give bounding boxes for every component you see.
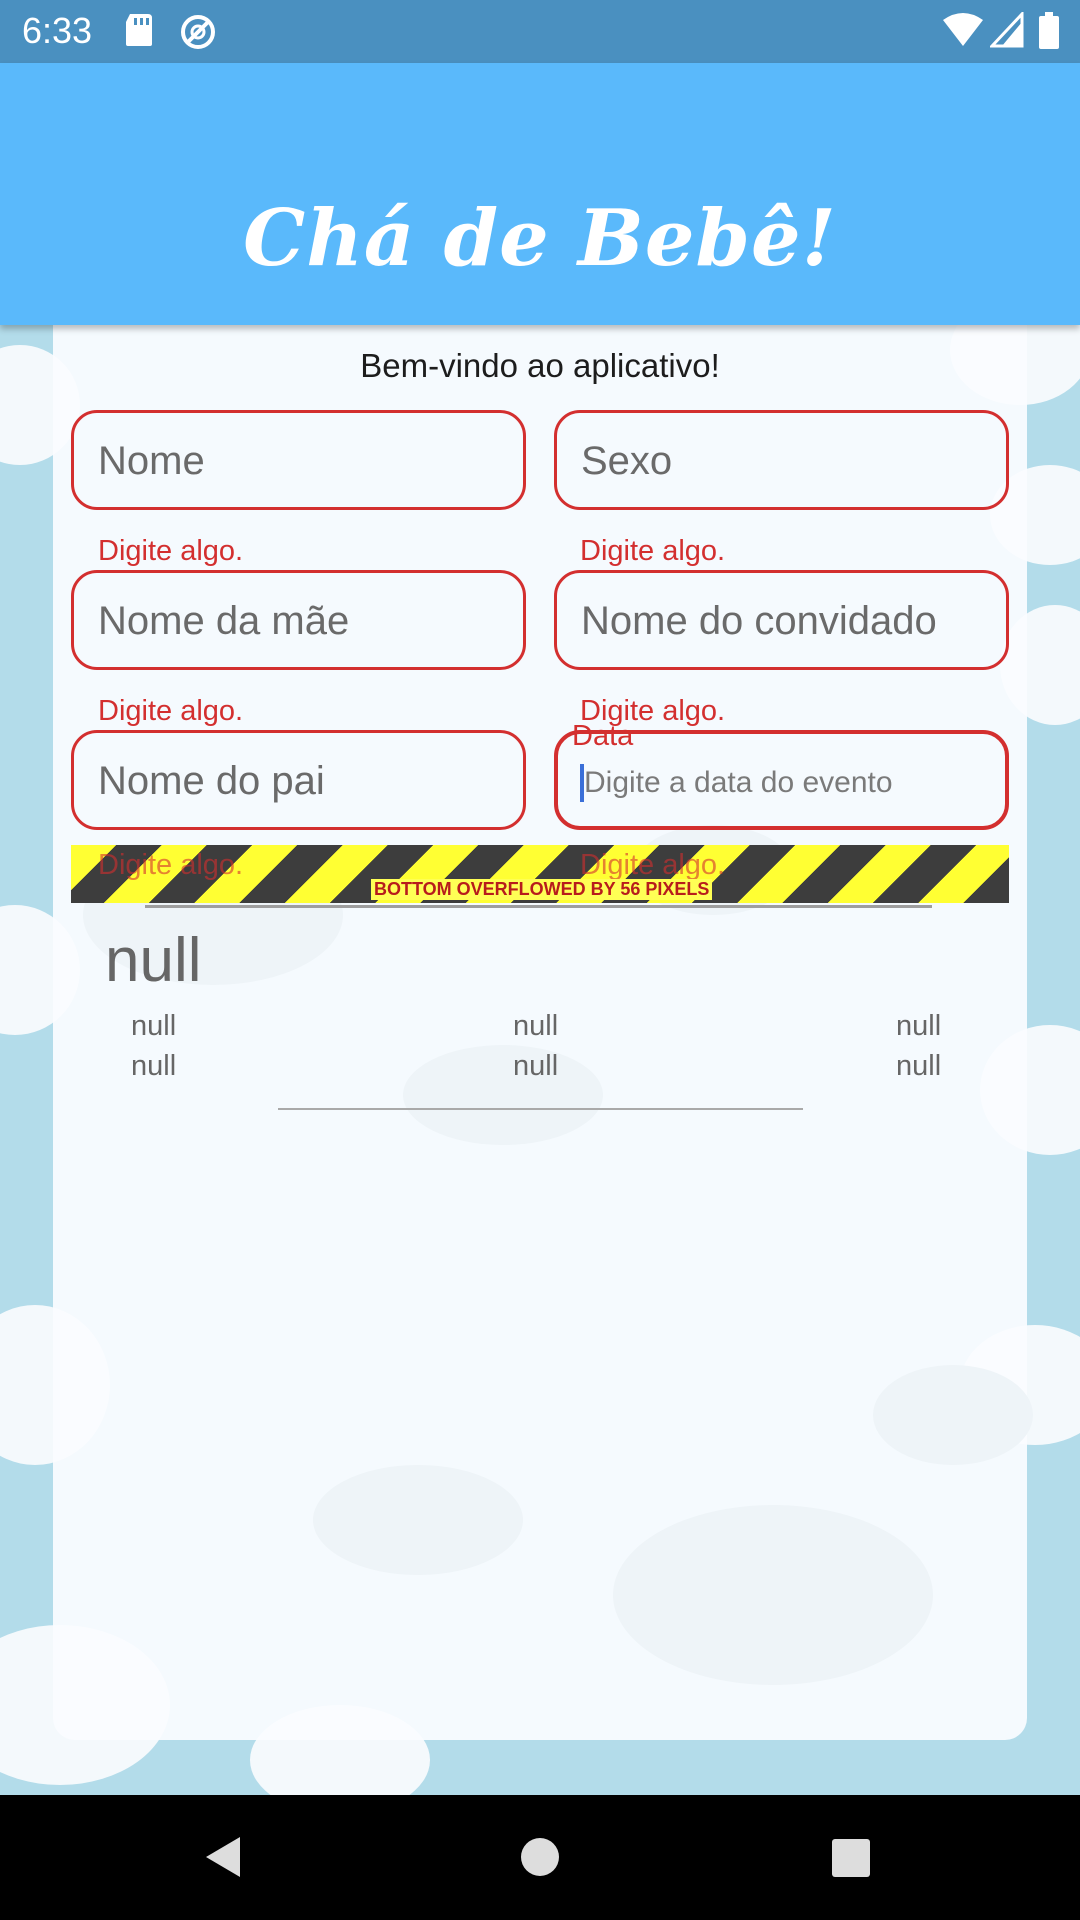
welcome-text: Bem-vindo ao aplicativo! — [360, 347, 720, 384]
nome-convidado-placeholder: Nome do convidado — [581, 599, 937, 643]
nome-pai-field[interactable]: Nome do pai — [71, 730, 526, 830]
data-floating-label: Data — [572, 720, 634, 752]
signal-icon — [990, 12, 1024, 48]
sexo-field[interactable]: Sexo — [554, 410, 1009, 510]
sync-icon — [181, 15, 215, 49]
summary-title: null — [105, 926, 202, 995]
nome-mae-field[interactable]: Nome da mãe — [71, 570, 526, 670]
sexo-placeholder: Sexo — [581, 439, 673, 483]
nome-mae-error: Digite algo. — [98, 695, 244, 727]
home-icon[interactable] — [520, 1833, 560, 1881]
battery-icon — [1039, 12, 1059, 49]
back-icon[interactable] — [200, 1833, 246, 1881]
nome-convidado-field[interactable]: Nome do convidado — [554, 570, 1009, 670]
nome-error: Digite algo. — [98, 535, 244, 567]
summary-value: null — [896, 1010, 942, 1042]
nome-pai-error: Digite algo. — [98, 849, 244, 881]
sexo-error: Digite algo. — [580, 535, 726, 567]
divider — [278, 1108, 803, 1110]
summary-value: null — [896, 1050, 942, 1082]
nome-mae-placeholder: Nome da mãe — [98, 599, 350, 643]
sd-card-icon — [126, 14, 152, 46]
nome-pai-placeholder: Nome do pai — [98, 759, 325, 803]
summary-value: null — [131, 1010, 177, 1042]
app-title: Chá de Bebê! — [243, 193, 837, 284]
app-bar: Chá de Bebê! — [0, 63, 1080, 325]
overflow-warning-stripe: Digite algo. Digite algo. BOTTOM OVERFLO… — [71, 845, 1009, 903]
summary-value: null — [131, 1050, 177, 1082]
status-bar: 6:33 — [0, 0, 1080, 63]
overflow-warning-label: BOTTOM OVERFLOWED BY 56 PIXELS — [371, 879, 713, 900]
divider — [145, 905, 932, 908]
nome-placeholder: Nome — [98, 439, 205, 483]
nome-field[interactable]: Nome — [71, 410, 526, 510]
wifi-icon — [943, 13, 983, 46]
status-time: 6:33 — [22, 10, 93, 51]
form-card: Bem-vindo ao aplicativo! Nome Sexo Digit… — [53, 325, 1033, 1740]
data-placeholder: Digite a data do evento — [584, 766, 893, 799]
navigation-bar — [0, 1795, 1080, 1920]
summary-value: null — [513, 1010, 559, 1042]
recents-icon[interactable] — [830, 1833, 872, 1881]
summary-value: null — [513, 1050, 559, 1082]
data-error: Digite algo. — [580, 849, 726, 881]
